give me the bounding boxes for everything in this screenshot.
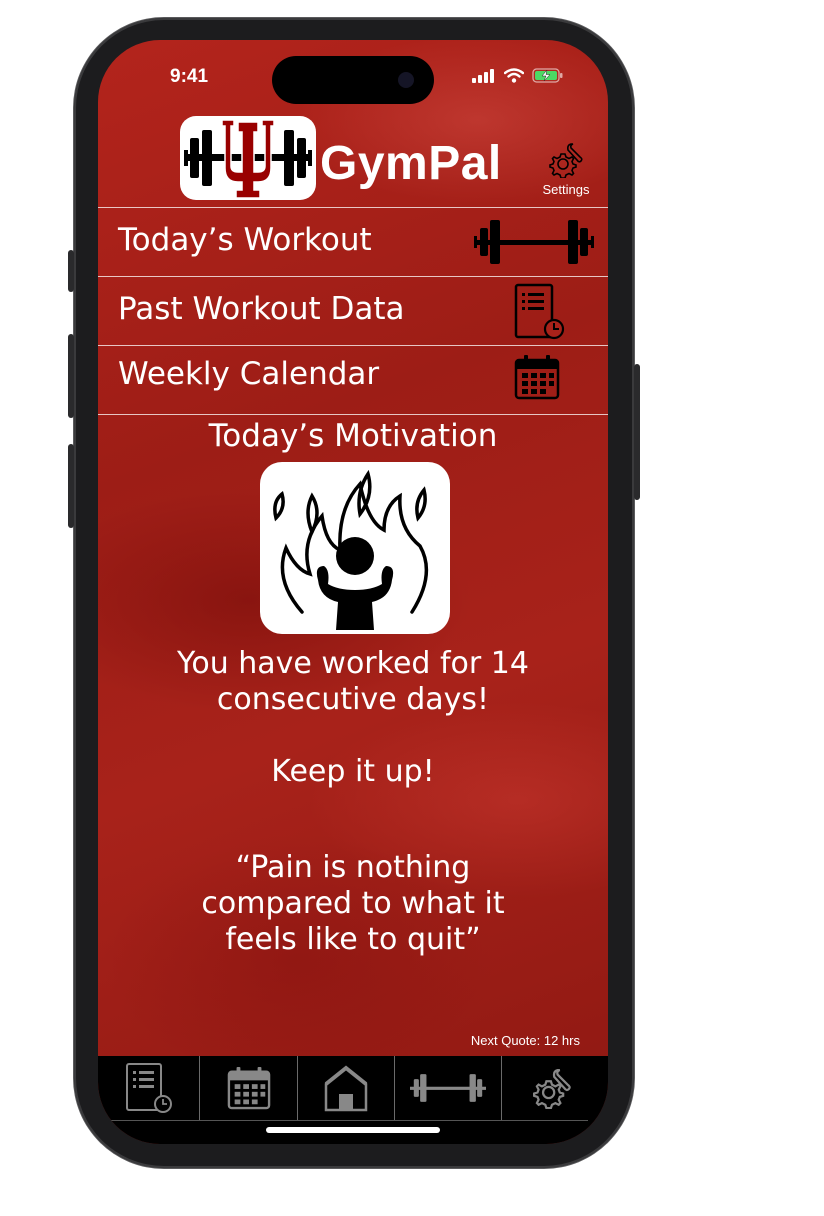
- camera-icon: [398, 72, 414, 88]
- status-icons: [472, 68, 564, 83]
- motivational-quote: “Pain is nothing compared to what it fee…: [98, 850, 608, 958]
- cellular-signal-icon: [472, 68, 494, 83]
- app-logo: [180, 116, 316, 200]
- motivation-image: [260, 462, 450, 634]
- quote-line-3: feels like to quit”: [225, 922, 481, 957]
- tab-home[interactable]: [298, 1056, 395, 1120]
- workout-log-icon: [514, 283, 565, 340]
- next-quote-timer: Next Quote: 12 hrs: [470, 1033, 580, 1048]
- menu-item-weekly-calendar[interactable]: Weekly Calendar: [98, 345, 608, 415]
- trident-barbell-logo-icon: [184, 119, 312, 199]
- person-flame-icon: [273, 469, 429, 630]
- home-indicator[interactable]: [266, 1127, 440, 1133]
- quote-line-1: “Pain is nothing: [235, 850, 471, 885]
- streak-line-2: consecutive days!: [216, 682, 490, 717]
- menu-item-label: Today’s Workout: [118, 222, 372, 258]
- volume-up-button: [68, 334, 74, 418]
- workout-log-icon: [125, 1063, 172, 1113]
- calendar-icon: [514, 355, 560, 400]
- streak-line-1: You have worked for 14: [177, 646, 529, 681]
- home-icon: [324, 1065, 368, 1112]
- app-header: GymPal Settings: [98, 114, 608, 206]
- app-screen: 9:41 GymPal Settings Today’s Workout Pas…: [98, 40, 608, 1144]
- main-menu: Today’s Workout Past Workout Data Weekly…: [98, 207, 608, 415]
- settings-button[interactable]: Settings: [536, 142, 596, 197]
- action-button: [68, 250, 74, 292]
- tab-past-workout-data[interactable]: [98, 1056, 200, 1120]
- streak-text: You have worked for 14 consecutive days!: [98, 646, 608, 718]
- status-time: 9:41: [170, 66, 209, 87]
- encouragement-text: Keep it up!: [271, 754, 435, 789]
- power-button: [634, 364, 640, 500]
- menu-item-label: Weekly Calendar: [118, 356, 380, 392]
- menu-item-past-workout-data[interactable]: Past Workout Data: [98, 276, 608, 345]
- settings-icon: [549, 143, 583, 179]
- dumbbell-icon: [474, 220, 594, 264]
- dynamic-island: [272, 56, 434, 104]
- tab-bar-divider: [98, 1120, 588, 1121]
- wifi-icon: [504, 68, 524, 83]
- app-title: GymPal: [320, 137, 502, 190]
- tab-todays-workout[interactable]: [395, 1056, 502, 1120]
- settings-label: Settings: [542, 182, 590, 197]
- status-bar: 9:41: [98, 40, 608, 120]
- menu-item-todays-workout[interactable]: Today’s Workout: [98, 207, 608, 276]
- battery-charging-icon: [532, 68, 563, 83]
- quote-line-2: compared to what it: [201, 886, 505, 921]
- motivation-title: Today’s Motivation: [208, 418, 498, 454]
- tab-settings[interactable]: [502, 1056, 602, 1120]
- dumbbell-icon: [410, 1074, 486, 1102]
- settings-icon: [533, 1069, 571, 1109]
- calendar-icon: [227, 1066, 270, 1110]
- menu-item-label: Past Workout Data: [118, 291, 405, 327]
- volume-down-button: [68, 444, 74, 528]
- tab-weekly-calendar[interactable]: [200, 1056, 298, 1120]
